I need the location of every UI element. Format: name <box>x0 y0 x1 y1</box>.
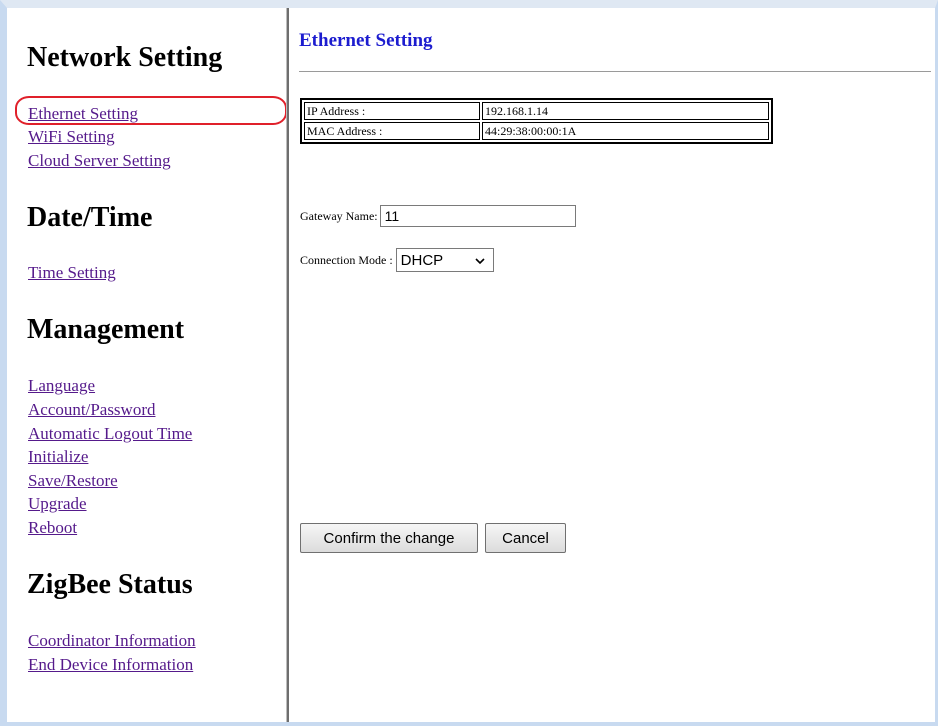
nav-link-save-restore[interactable]: Save/Restore <box>28 470 118 492</box>
nav-link-language[interactable]: Language <box>28 375 95 397</box>
gateway-name-label: Gateway Name: <box>300 208 378 223</box>
section-title-network-setting: Network Setting <box>27 42 223 73</box>
mac-address-value: 44:29:38:00:00:1A <box>482 122 769 140</box>
left-nav-frame: Network Setting Ethernet Setting WiFi Se… <box>7 8 287 722</box>
section-title-management: Management <box>27 314 185 345</box>
mac-address-label: MAC Address : <box>304 122 480 140</box>
network-info-table: IP Address : 192.168.1.14 MAC Address : … <box>300 98 773 144</box>
table-row: MAC Address : 44:29:38:00:00:1A <box>304 122 769 140</box>
nav-link-wifi-setting[interactable]: WiFi Setting <box>28 126 115 148</box>
connection-mode-row: Connection Mode : DHCP <box>300 248 494 272</box>
nav-link-coordinator-information[interactable]: Coordinator Information <box>28 630 196 652</box>
connection-mode-label: Connection Mode : <box>300 252 393 267</box>
gateway-name-input[interactable] <box>379 205 576 227</box>
cancel-button[interactable]: Cancel <box>485 523 566 553</box>
ip-address-value: 192.168.1.14 <box>482 102 769 120</box>
nav-link-end-device-information[interactable]: End Device Information <box>28 654 193 676</box>
browser-tab-edge <box>648 0 688 8</box>
browser-tab-indicator <box>10 0 40 4</box>
section-title-date-time: Date/Time <box>27 202 153 233</box>
browser-top-strip <box>0 0 938 8</box>
ip-address-label: IP Address : <box>304 102 480 120</box>
nav-link-reboot[interactable]: Reboot <box>28 517 77 539</box>
page-title: Ethernet Setting <box>299 30 433 51</box>
title-divider <box>299 71 931 72</box>
nav-link-ethernet-setting[interactable]: Ethernet Setting <box>28 103 138 125</box>
nav-link-initialize[interactable]: Initialize <box>28 446 88 468</box>
nav-link-automatic-logout-time[interactable]: Automatic Logout Time <box>28 423 192 445</box>
nav-link-account-password[interactable]: Account/Password <box>28 399 155 421</box>
chevron-down-icon <box>475 258 485 265</box>
connection-mode-select[interactable]: DHCP <box>395 248 494 272</box>
nav-link-upgrade[interactable]: Upgrade <box>28 493 87 515</box>
nav-link-cloud-server-setting[interactable]: Cloud Server Setting <box>28 150 171 172</box>
nav-link-time-setting[interactable]: Time Setting <box>28 262 116 284</box>
section-title-zigbee-status: ZigBee Status <box>27 569 193 600</box>
connection-mode-value: DHCP <box>400 251 444 269</box>
table-row: IP Address : 192.168.1.14 <box>304 102 769 120</box>
main-content-frame: Ethernet Setting IP Address : 192.168.1.… <box>289 8 935 722</box>
confirm-change-button[interactable]: Confirm the change <box>300 523 478 553</box>
gateway-name-row: Gateway Name: <box>300 205 576 227</box>
